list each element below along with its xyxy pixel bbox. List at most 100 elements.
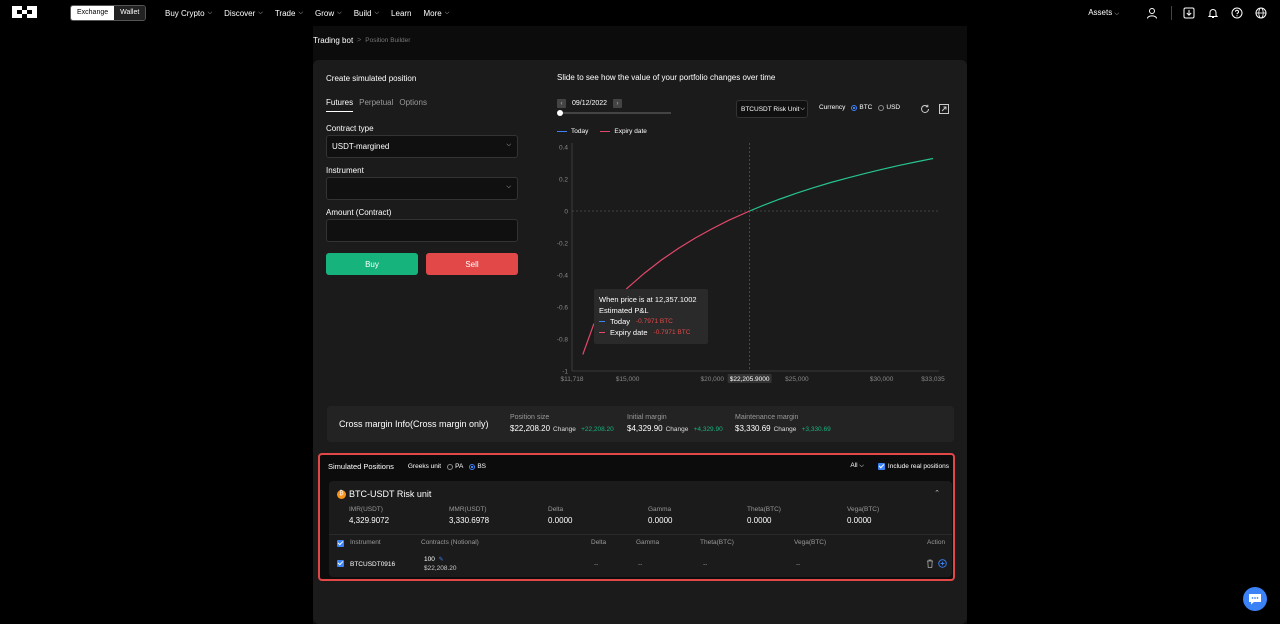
x-tick-label: $11,718 (560, 376, 583, 383)
x-tick-label: $20,000 (701, 376, 725, 383)
greeks-bs-radio[interactable] (469, 463, 476, 470)
metric-theta: Theta(BTC) 0.0000 (747, 506, 781, 525)
instrument-select[interactable]: ⌵ (326, 177, 518, 200)
greeks-unit-label: Greeks unit (407, 463, 442, 470)
initial-margin: Initial margin $4,329.90 Change +4,329.90 (627, 414, 723, 433)
menu-label: Build (353, 8, 372, 18)
chevron-down-icon: ⌵ (298, 9, 303, 16)
menu-learn[interactable]: Learn (391, 9, 411, 18)
okx-logo[interactable] (12, 6, 37, 18)
menu-build[interactable]: Build ⌵ (354, 9, 379, 18)
tab-options[interactable]: Options (399, 98, 427, 112)
add-circle-icon[interactable] (938, 559, 947, 570)
expand-icon[interactable] (939, 104, 949, 114)
tooltip-expiry-row: Expiry date -0.7971 BTC (599, 327, 703, 338)
filter-value: All (850, 462, 858, 469)
risk-unit-select[interactable]: BTCUSDT Risk Unit ⌵ (736, 100, 808, 118)
tab-perpetual[interactable]: Perpetual (359, 98, 393, 112)
tooltip-expiry-label: Expiry date (610, 328, 648, 337)
sell-button[interactable]: Sell (426, 253, 518, 275)
amount-input[interactable] (326, 219, 518, 242)
assets-menu[interactable]: Assets ⌵ (1088, 8, 1119, 18)
tooltip-price: When price is at 12,357.1002 (599, 295, 697, 304)
select-all-checkbox[interactable] (337, 540, 344, 547)
exchange-toggle[interactable]: Exchange (71, 6, 115, 20)
y-tick-label: 0 (564, 209, 568, 216)
chat-support-button[interactable] (1243, 587, 1267, 611)
date-slider[interactable] (557, 110, 671, 116)
position-size-label: Position size (510, 414, 550, 421)
row-instrument: BTCUSDT0916 (350, 561, 396, 568)
menu-buy-crypto[interactable]: Buy Crypto ⌵ (165, 9, 212, 18)
menu-label: Discover (224, 8, 256, 18)
greeks-pa-radio[interactable] (447, 463, 454, 470)
contract-type-select[interactable]: USDT-margined ⌵ (326, 135, 518, 158)
row-vega: -- (796, 561, 801, 568)
col-delta: Delta (591, 539, 607, 546)
metric-label: Vega(BTC) (847, 506, 880, 513)
pnl-chart[interactable]: 0.4 0.2 0 -0.2 -0.4 -0.6 -0.8 -1$11,718 $15,000 $… (540, 138, 960, 388)
menu-trade[interactable]: Trade ⌵ (275, 9, 303, 18)
initial-margin-value: $4,329.90 (627, 424, 663, 433)
cross-margin-title: Cross margin Info(Cross margin only) (339, 419, 489, 429)
buy-button[interactable]: Buy (326, 253, 418, 275)
contract-type-value: USDT-margined (332, 142, 390, 151)
chevron-down-icon: ⌵ (207, 9, 213, 16)
y-tick-label: -0.2 (557, 241, 569, 248)
y-tick-label: -0.4 (557, 273, 569, 280)
maintenance-margin-value: $3,330.69 (735, 424, 771, 433)
menu-more[interactable]: More ⌵ (424, 9, 450, 18)
help-icon[interactable] (1230, 6, 1244, 20)
metric-delta: Delta 0.0000 (548, 506, 572, 525)
breadcrumb: Trading bot > Position Builder (313, 36, 410, 45)
slider-handle[interactable] (557, 110, 563, 116)
currency-usd-radio[interactable] (878, 104, 885, 111)
user-icon[interactable] (1145, 6, 1159, 20)
risk-unit-header: ₿ BTC-USDT Risk unit (337, 489, 431, 499)
maintenance-margin-change: +3,330.69 (801, 426, 831, 433)
menu-grow[interactable]: Grow ⌵ (315, 9, 342, 18)
include-real-checkbox[interactable] (877, 462, 885, 470)
metric-label: MMR(USDT) (449, 506, 487, 513)
x-tick-label: $15,000 (616, 376, 640, 383)
col-theta: Theta(BTC) (700, 539, 734, 546)
chevron-left-icon[interactable]: ‹ (557, 99, 566, 108)
simulated-positions: Simulated Positions Greeks unit PA BS Al… (318, 453, 955, 581)
breadcrumb-trading-bot[interactable]: Trading bot (313, 36, 353, 45)
tooltip-pnl-label: Estimated P&L (599, 306, 649, 315)
legend-today-swatch (557, 131, 567, 132)
change-label: Change (553, 426, 576, 433)
chart-legend: Today Expiry date (557, 128, 647, 135)
metric-value: 0.0000 (648, 516, 673, 525)
filter-select[interactable]: All ⌵ (850, 462, 864, 470)
y-tick-label: 0.4 (559, 145, 568, 152)
instrument-label: Instrument (326, 166, 364, 175)
tooltip-today-swatch (599, 321, 605, 322)
refresh-icon[interactable] (920, 104, 930, 114)
change-label: Change (665, 426, 689, 433)
metric-label: IMR(USDT) (349, 506, 383, 513)
globe-icon[interactable] (1254, 6, 1268, 20)
metric-value: 0.0000 (548, 516, 573, 525)
metric-value: 3,330.6978 (449, 516, 490, 525)
tooltip-expiry-value: -0.7971 BTC (653, 329, 691, 336)
menu-discover[interactable]: Discover ⌵ (224, 9, 263, 18)
sim-header: Simulated Positions Greeks unit PA BS (328, 462, 486, 471)
current-price-label: $22,205.9000 (730, 376, 770, 383)
legend-expiry-swatch (600, 131, 611, 132)
wallet-toggle[interactable]: Wallet (114, 6, 146, 20)
chevron-down-icon: ⌵ (506, 184, 511, 190)
bell-icon[interactable] (1206, 6, 1220, 20)
tooltip-today-row: Today -0.7971 BTC (599, 316, 703, 327)
tab-futures[interactable]: Futures (326, 98, 354, 112)
edit-icon[interactable]: ✎ (439, 557, 444, 563)
chart-title: Slide to see how the value of your portf… (557, 73, 776, 82)
download-icon[interactable] (1182, 6, 1196, 20)
chevron-right-icon[interactable]: › (613, 99, 623, 108)
chevron-down-icon: ⌵ (374, 9, 380, 16)
trash-icon[interactable] (926, 559, 934, 570)
currency-btc-radio[interactable] (851, 104, 858, 111)
row-checkbox[interactable] (337, 560, 344, 567)
menu-label: Trade (274, 8, 296, 18)
chevron-up-icon[interactable]: ⌃ (934, 489, 940, 497)
